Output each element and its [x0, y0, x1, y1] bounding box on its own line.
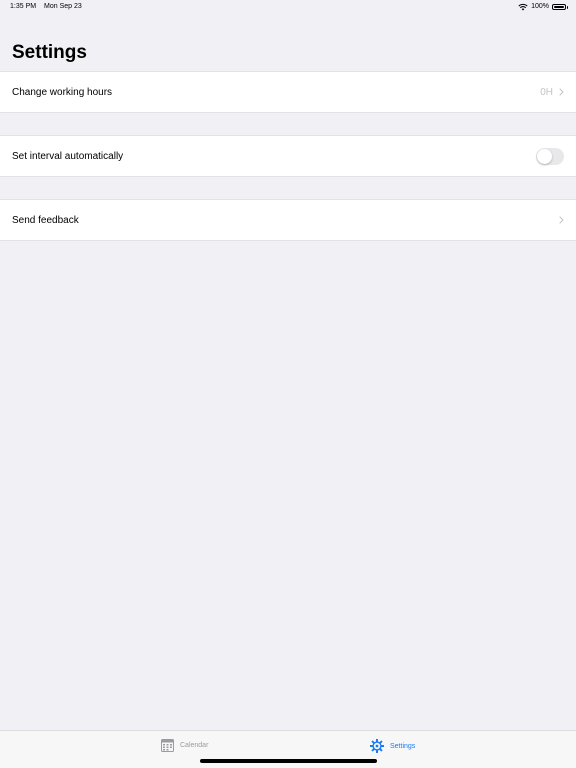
- status-left: 1:35 PM Mon Sep 23: [10, 0, 82, 14]
- home-indicator[interactable]: [200, 759, 377, 763]
- toggle-knob: [537, 148, 552, 164]
- wifi-icon: [518, 3, 528, 11]
- feedback-label: Send feedback: [12, 214, 79, 226]
- battery-percent: 100%: [531, 3, 549, 10]
- interval-toggle[interactable]: [536, 147, 564, 165]
- working-hours-value: 0H: [540, 86, 553, 98]
- battery-icon: [552, 4, 568, 10]
- status-bar: 1:35 PM Mon Sep 23 100%: [0, 0, 576, 14]
- interval-label: Set interval automatically: [12, 150, 124, 162]
- status-right: 100%: [518, 0, 568, 14]
- calendar-icon: [161, 739, 174, 752]
- chevron-right-icon: [559, 216, 564, 224]
- working-hours-label: Change working hours: [12, 86, 113, 98]
- tab-calendar-label: Calendar: [180, 742, 209, 749]
- tab-settings-label: Settings: [390, 742, 416, 750]
- tab-calendar[interactable]: Calendar: [161, 739, 208, 752]
- feedback-row[interactable]: Send feedback: [0, 199, 576, 241]
- page-title: Settings: [12, 42, 87, 63]
- status-date: Mon Sep 23: [44, 3, 82, 10]
- interval-row: Set interval automatically: [0, 135, 576, 177]
- chevron-right-icon: [559, 88, 564, 96]
- status-time: 1:35 PM: [10, 3, 37, 10]
- working-hours-row[interactable]: Change working hours 0H: [0, 71, 576, 113]
- gear-icon: [370, 739, 384, 753]
- tab-settings[interactable]: Settings: [370, 739, 415, 753]
